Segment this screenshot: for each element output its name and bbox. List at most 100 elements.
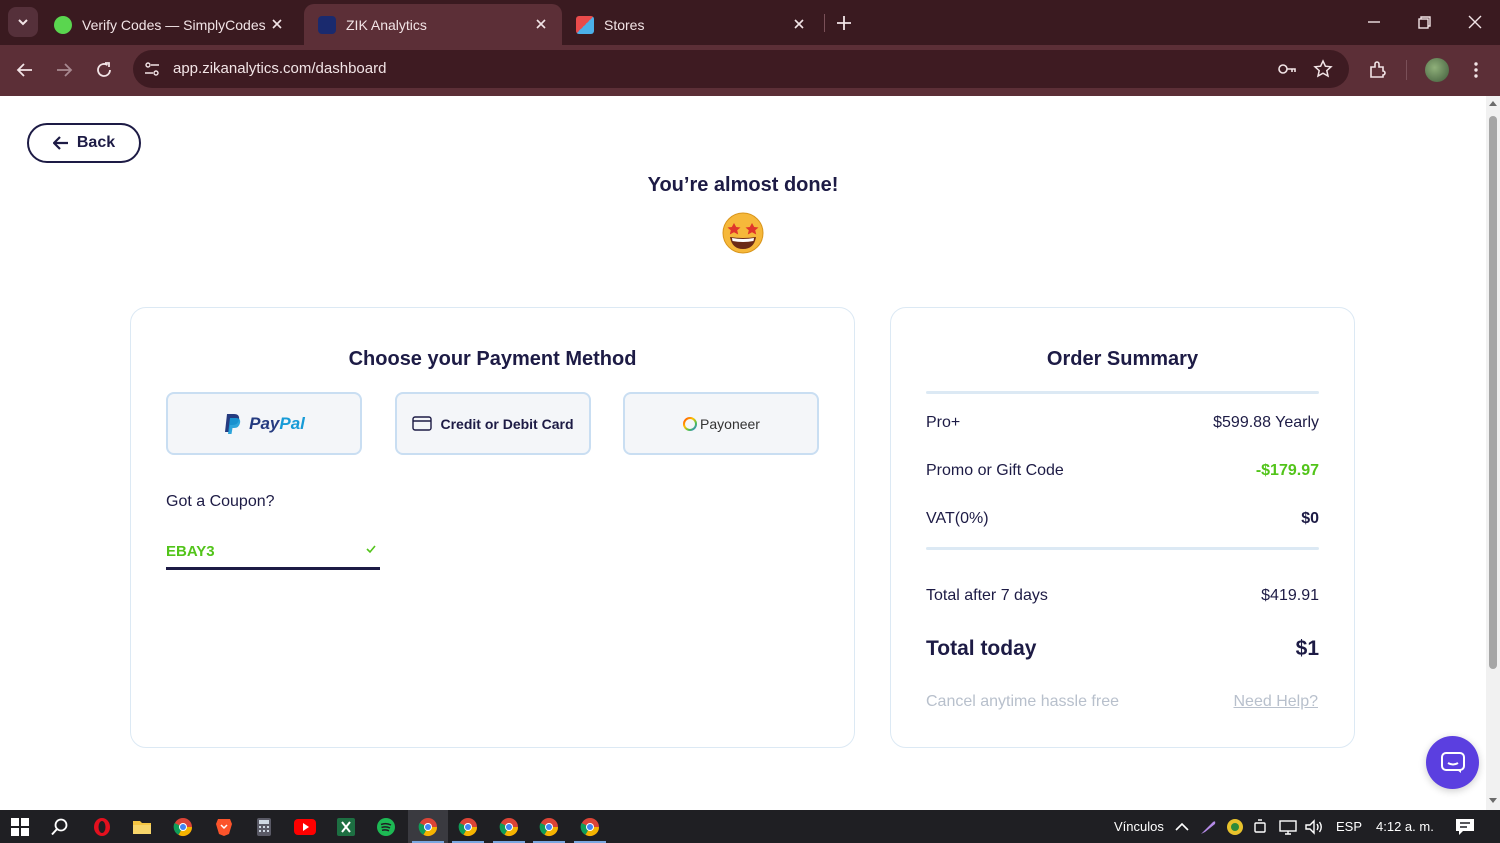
page-scrollbar[interactable]: [1486, 96, 1500, 810]
credit-card-icon: [412, 416, 433, 431]
plan-label: Pro+: [926, 414, 961, 431]
close-icon[interactable]: [532, 15, 550, 33]
calculator-icon: [257, 817, 271, 836]
total-after-label: Total after 7 days: [926, 587, 1048, 604]
zik-favicon-icon: [318, 15, 336, 34]
taskbar-brave[interactable]: [204, 810, 244, 843]
taskbar-youtube[interactable]: [285, 810, 325, 843]
windows-logo-icon: [11, 817, 29, 836]
spotify-icon: [377, 817, 395, 836]
new-tab-plus-icon[interactable]: [833, 12, 855, 34]
taskbar-opera[interactable]: [82, 810, 122, 843]
paypal-option-button[interactable]: PayPal: [166, 392, 362, 455]
vat-value: $0: [1301, 510, 1319, 527]
promo-value: -$179.97: [1255, 462, 1319, 479]
restore-icon[interactable]: [1412, 10, 1436, 34]
search-icon: [51, 818, 68, 835]
stores-favicon-icon: [576, 15, 594, 34]
taskbar-chrome[interactable]: [163, 810, 203, 843]
summary-divider: [926, 547, 1319, 550]
payoneer-label: Payoneer: [700, 415, 760, 432]
tab-stores[interactable]: Stores: [562, 4, 820, 45]
volume-icon[interactable]: [1304, 818, 1324, 836]
more-options-icon[interactable]: [1464, 58, 1488, 82]
total-after-row: Total after 7 days $419.91: [926, 587, 1319, 605]
paypal-label-pay: Pay: [249, 413, 280, 433]
coupon-field: [166, 536, 380, 570]
profile-avatar[interactable]: [1425, 58, 1449, 82]
simplycodes-favicon-icon: [54, 15, 72, 34]
scroll-up-arrow-icon[interactable]: [1489, 101, 1497, 106]
opera-icon: [94, 817, 110, 836]
total-after-value: $419.91: [1261, 587, 1319, 604]
arrow-left-icon: [52, 136, 68, 150]
scroll-thumb[interactable]: [1489, 116, 1497, 669]
cancel-anytime-text: Cancel anytime hassle free: [926, 693, 1119, 710]
tab-search-button[interactable]: [8, 7, 38, 37]
browser-toolbar: app.zikanalytics.com/dashboard: [0, 45, 1500, 96]
youtube-icon: [294, 818, 316, 835]
payoneer-logo-icon: [683, 416, 698, 431]
extensions-puzzle-icon[interactable]: [1366, 58, 1390, 82]
close-icon[interactable]: [790, 15, 808, 33]
taskbar-chrome-window[interactable]: [529, 810, 569, 843]
order-summary-card: Order Summary Pro+ $599.88 Yearly Promo …: [890, 307, 1355, 748]
forward-arrow-icon[interactable]: [52, 58, 76, 82]
credit-card-option-button[interactable]: Credit or Debit Card: [395, 392, 591, 455]
password-key-icon[interactable]: [1276, 59, 1298, 79]
network-icon[interactable]: [1278, 818, 1298, 836]
windows-taskbar: Vínculos ESP 4:12 a. m.: [0, 810, 1500, 843]
page-content: Back You’re almost done! Choose your Pay…: [0, 96, 1486, 810]
check-icon: [366, 545, 376, 554]
back-button[interactable]: Back: [27, 123, 141, 163]
taskbar-chrome-window[interactable]: [570, 810, 610, 843]
vat-row: VAT(0%) $0: [926, 510, 1319, 528]
plan-price: $599.88 Yearly: [1213, 414, 1319, 431]
feather-pen-icon[interactable]: [1199, 818, 1217, 836]
url-text[interactable]: app.zikanalytics.com/dashboard: [173, 60, 386, 77]
windows-start-button[interactable]: [0, 810, 40, 843]
browser-tab-strip: Verify Codes — SimplyCodes ZIK Analytics…: [0, 0, 1500, 45]
taskbar-calculator[interactable]: [244, 810, 284, 843]
scroll-down-arrow-icon[interactable]: [1489, 798, 1497, 803]
taskbar-search-button[interactable]: [40, 810, 80, 843]
taskbar-chrome-window[interactable]: [408, 810, 448, 843]
coupon-input[interactable]: [166, 540, 356, 562]
back-arrow-icon[interactable]: [13, 58, 37, 82]
chat-bubble-icon: [1440, 751, 1465, 773]
links-toolbar-label[interactable]: Vínculos: [1114, 819, 1164, 834]
tab-zik-analytics[interactable]: ZIK Analytics: [304, 4, 562, 45]
taskbar-chrome-window[interactable]: [448, 810, 488, 843]
credit-card-label: Credit or Debit Card: [440, 415, 574, 432]
taskbar-chrome-window[interactable]: [489, 810, 529, 843]
payoneer-option-button[interactable]: Payoneer: [623, 392, 819, 455]
clock-time[interactable]: 4:12 a. m.: [1376, 819, 1434, 834]
star-struck-emoji-icon: [722, 212, 764, 254]
need-help-link[interactable]: Need Help?: [1234, 693, 1319, 711]
promo-label: Promo or Gift Code: [926, 462, 1064, 479]
chrome-icon: [173, 817, 192, 836]
tab-simplycodes[interactable]: Verify Codes — SimplyCodes: [40, 4, 298, 45]
promo-row: Promo or Gift Code -$179.97: [926, 462, 1319, 480]
total-today-row: Total today $1: [926, 637, 1319, 661]
minimize-icon[interactable]: [1362, 10, 1386, 34]
window-close-icon[interactable]: [1463, 10, 1487, 34]
taskbar-file-explorer[interactable]: [122, 810, 162, 843]
reload-icon[interactable]: [92, 58, 116, 82]
language-indicator[interactable]: ESP: [1336, 819, 1362, 834]
meet-now-icon[interactable]: [1253, 818, 1269, 836]
chat-support-button[interactable]: [1426, 736, 1479, 789]
plan-row: Pro+ $599.88 Yearly: [926, 414, 1319, 432]
taskbar-excel[interactable]: [326, 810, 366, 843]
taskbar-spotify[interactable]: [366, 810, 406, 843]
notifications-icon[interactable]: [1455, 818, 1475, 836]
tray-app-icon[interactable]: [1226, 818, 1244, 836]
chrome-icon: [458, 817, 477, 836]
close-icon[interactable]: [268, 15, 286, 33]
total-today-label: Total today: [926, 637, 1037, 660]
chevron-up-icon[interactable]: [1175, 821, 1189, 833]
address-bar[interactable]: app.zikanalytics.com/dashboard: [133, 50, 1349, 88]
bookmark-star-icon[interactable]: [1313, 59, 1333, 79]
tab-title: Stores: [604, 16, 645, 33]
site-settings-icon[interactable]: [143, 60, 161, 78]
